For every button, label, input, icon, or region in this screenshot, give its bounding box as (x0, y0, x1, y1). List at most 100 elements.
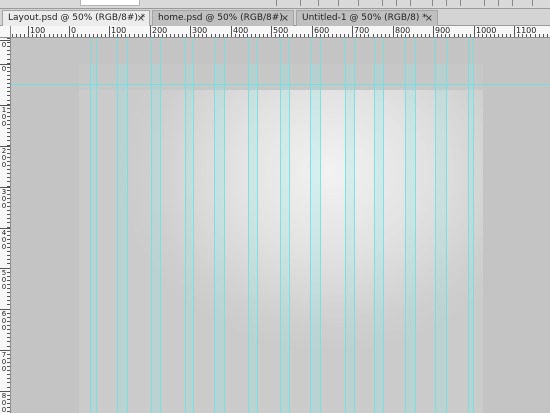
ruler-minor-tick (7, 120, 10, 121)
tab-layout-psd[interactable]: Layout.psd @ 50% (RGB/8#) * × (2, 10, 150, 27)
ruler-minor-tick (7, 395, 10, 396)
vertical-guide[interactable] (214, 38, 215, 413)
ruler-minor-tick (7, 214, 10, 215)
vertical-guide[interactable] (374, 38, 375, 413)
vertical-ruler[interactable]: 00100200300400500600700800 (0, 38, 11, 413)
ruler-minor-tick (7, 300, 10, 301)
ruler-minor-tick (7, 288, 10, 289)
vertical-guide[interactable] (415, 38, 416, 413)
ruler-minor-tick (368, 34, 369, 37)
ruler-minor-tick (186, 34, 187, 37)
ruler-minor-tick (7, 140, 10, 141)
close-icon[interactable]: × (137, 11, 145, 26)
ruler-minor-tick (413, 34, 414, 37)
ruler-minor-tick (7, 235, 10, 236)
vertical-guide[interactable] (193, 38, 194, 413)
ruler-minor-tick (125, 34, 126, 37)
horizontal-guide[interactable] (11, 84, 550, 85)
vertical-guide[interactable] (468, 38, 469, 413)
align-icon[interactable] (396, 0, 402, 6)
ruler-origin[interactable] (0, 26, 11, 38)
vertical-guide[interactable] (310, 38, 311, 413)
ruler-minor-tick (7, 407, 10, 408)
ruler-minor-tick (7, 313, 10, 314)
vertical-guide[interactable] (127, 38, 128, 413)
align-icon[interactable] (410, 0, 416, 6)
vertical-guide[interactable] (320, 38, 321, 413)
ruler-minor-tick (7, 59, 10, 60)
ruler-minor-tick (332, 34, 333, 37)
ruler-minor-tick (279, 34, 280, 37)
vertical-guide[interactable] (354, 38, 355, 413)
ruler-minor-tick (7, 190, 10, 191)
ruler-minor-tick (470, 34, 471, 37)
vertical-guide[interactable] (117, 38, 118, 413)
vertical-guide[interactable] (160, 38, 161, 413)
ruler-minor-tick (7, 358, 10, 359)
options-field[interactable] (80, 0, 140, 6)
ruler-minor-tick (190, 34, 191, 37)
vertical-guide[interactable] (405, 38, 406, 413)
ruler-minor-tick (7, 387, 10, 388)
ruler-minor-tick (441, 34, 442, 37)
ruler-minor-tick (373, 34, 374, 37)
vertical-guide[interactable] (248, 38, 249, 413)
ruler-minor-tick (146, 34, 147, 37)
ruler-minor-tick (547, 34, 548, 37)
vertical-guide[interactable] (257, 38, 258, 413)
distribute-icon[interactable] (498, 0, 504, 6)
close-icon[interactable]: × (425, 11, 433, 26)
vertical-guide[interactable] (345, 38, 346, 413)
distribute-icon[interactable] (532, 0, 538, 6)
ruler-minor-tick (182, 34, 183, 37)
ruler-minor-tick (344, 34, 345, 37)
vertical-guide[interactable] (185, 38, 186, 413)
align-icon[interactable] (446, 0, 452, 6)
align-icon[interactable] (382, 0, 388, 6)
ruler-minor-tick (458, 34, 459, 37)
ruler-minor-tick (178, 34, 179, 37)
distribute-icon[interactable] (512, 0, 518, 6)
vertical-guide[interactable] (151, 38, 152, 413)
ruler-minor-tick (7, 239, 10, 240)
ruler-minor-tick (154, 34, 155, 37)
vertical-guide[interactable] (435, 38, 436, 413)
align-icon[interactable] (460, 0, 466, 6)
ruler-minor-tick (514, 34, 515, 37)
ruler-minor-tick (433, 34, 434, 37)
ruler-minor-tick (393, 34, 394, 37)
ruler-minor-tick (53, 34, 54, 37)
ruler-minor-tick (7, 210, 10, 211)
ruler-minor-tick (7, 325, 10, 326)
ruler-minor-tick (57, 34, 58, 37)
vertical-guide[interactable] (383, 38, 384, 413)
ruler-minor-tick (397, 34, 398, 37)
vertical-guide[interactable] (280, 38, 281, 413)
tab-untitled-1[interactable]: Untitled-1 @ 50% (RGB/8) * × (296, 10, 438, 26)
ruler-minor-tick (174, 34, 175, 37)
vertical-guide[interactable] (90, 38, 91, 413)
horizontal-ruler[interactable]: 100 0 100 200 300 400 500 600 700 800 900 1000 1100 (11, 26, 550, 38)
distribute-icon[interactable] (484, 0, 490, 6)
vertical-guide[interactable] (224, 38, 225, 413)
ruler-minor-tick (518, 34, 519, 37)
ruler-minor-tick (510, 34, 511, 37)
ruler-minor-tick (101, 34, 102, 37)
vertical-guide[interactable] (96, 38, 97, 413)
ruler-minor-tick (7, 145, 10, 146)
toolbar-separator (276, 0, 282, 6)
ruler-minor-tick (308, 34, 309, 37)
ruler-minor-tick (7, 169, 10, 170)
vertical-guide[interactable] (446, 38, 447, 413)
ruler-minor-tick (231, 34, 232, 37)
ruler-minor-tick (7, 374, 10, 375)
close-icon[interactable]: × (281, 11, 289, 26)
ruler-minor-tick (445, 34, 446, 37)
ruler-minor-tick (89, 34, 90, 37)
align-icon[interactable] (432, 0, 438, 6)
ruler-minor-tick (12, 34, 13, 37)
vertical-guide[interactable] (289, 38, 290, 413)
document-canvas[interactable] (11, 38, 550, 413)
vertical-guide[interactable] (473, 38, 474, 413)
tab-home-psd[interactable]: home.psd @ 50% (RGB/8#) × (152, 10, 294, 26)
